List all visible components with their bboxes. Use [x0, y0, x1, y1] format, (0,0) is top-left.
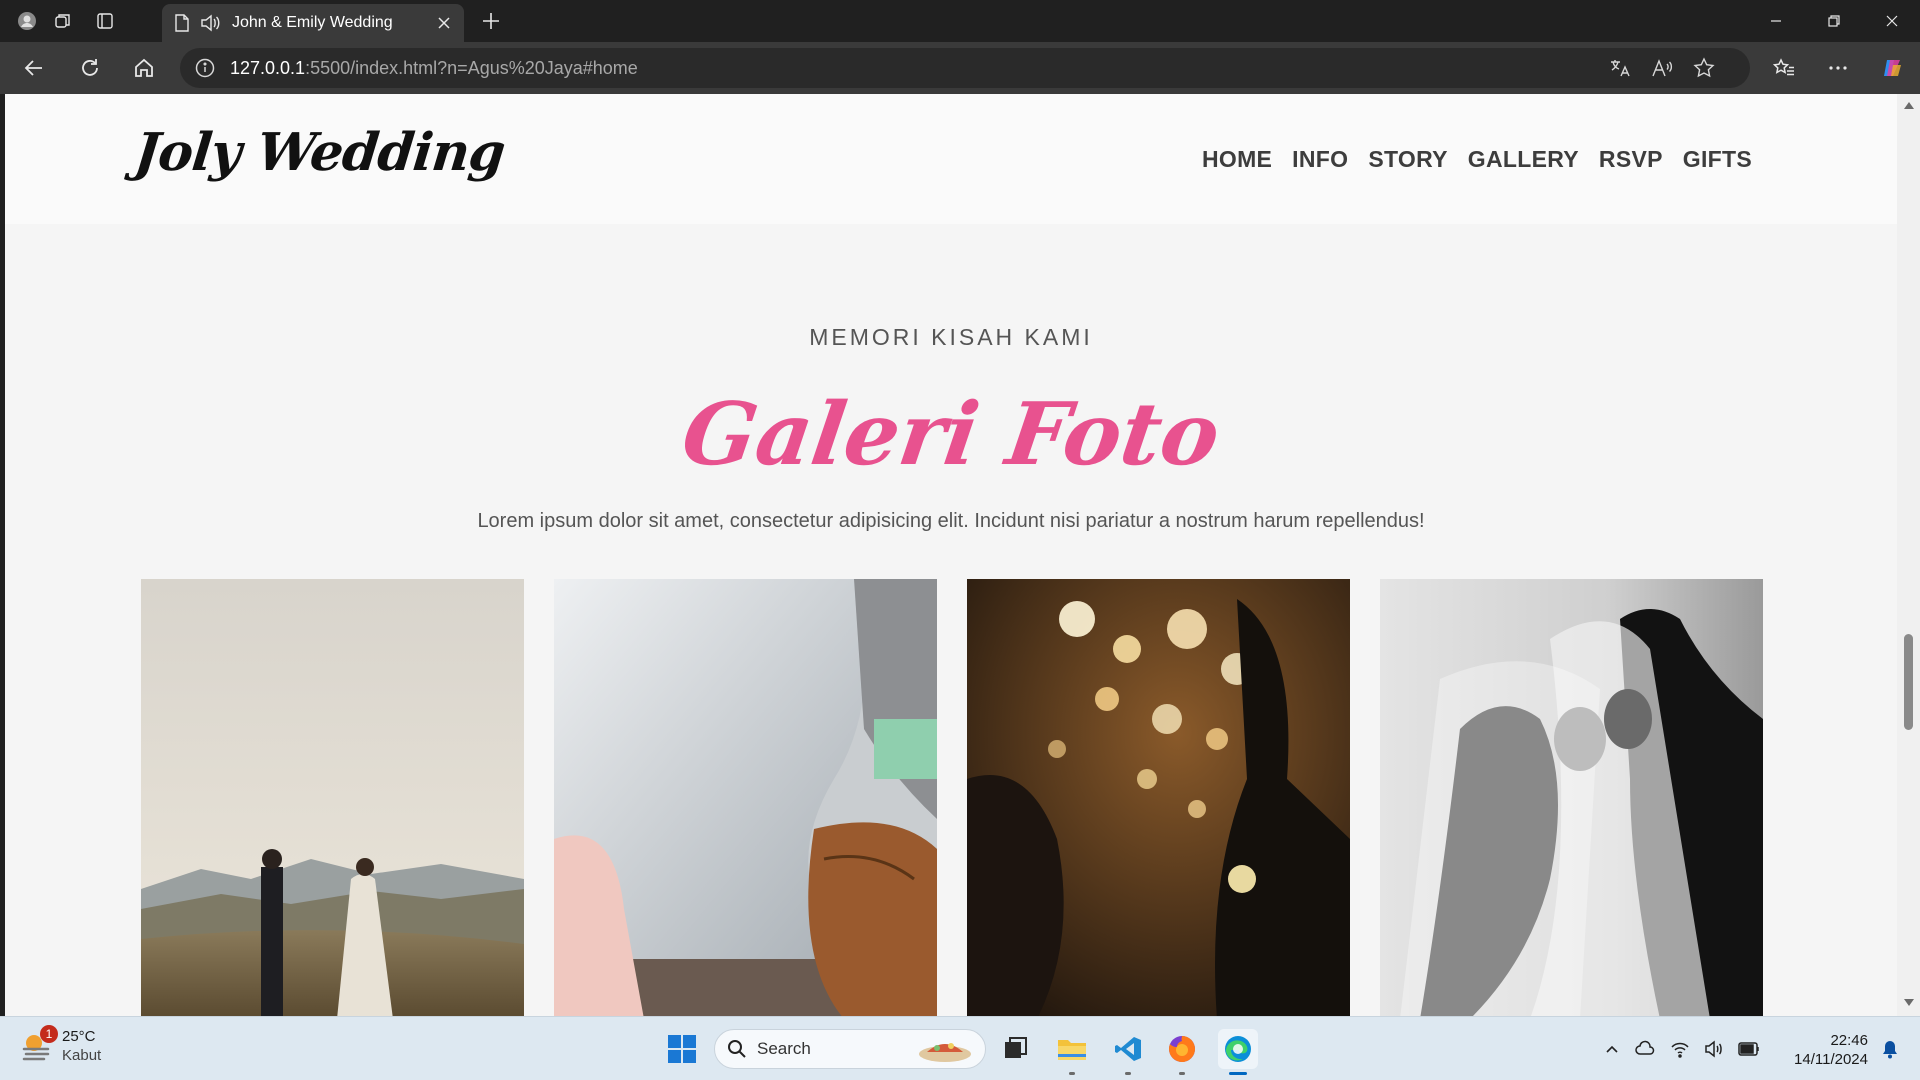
scrollbar-thumb[interactable] — [1904, 634, 1913, 730]
read-aloud-icon[interactable] — [1644, 48, 1680, 88]
search-label: Search — [757, 1039, 811, 1058]
close-window-button[interactable] — [1864, 0, 1920, 42]
new-tab-button[interactable] — [474, 6, 508, 36]
weather-text: 25°C Kabut — [62, 1027, 101, 1065]
page-viewport: Joly Wedding HOME INFO STORY GALLERY RSV… — [5, 94, 1897, 1016]
section-eyebrow: MEMORI KISAH KAMI — [809, 324, 1093, 350]
gallery-section: MEMORI KISAH KAMI Galeri Foto Lorem ipsu… — [5, 224, 1897, 1016]
nav-home[interactable]: HOME — [1202, 146, 1272, 173]
gallery-photo-sparklers[interactable] — [967, 579, 1350, 1016]
volume-icon[interactable] — [1704, 1040, 1724, 1058]
copilot-icon[interactable] — [1874, 52, 1910, 84]
weather-badge: 1 — [40, 1025, 58, 1043]
address-bar[interactable]: 127.0.0.1:5500/index.html?n=Agus%20Jaya#… — [180, 48, 1750, 88]
nav-story[interactable]: STORY — [1368, 146, 1447, 173]
vertical-tabs-icon[interactable] — [88, 6, 122, 36]
scroll-up-arrow-icon[interactable] — [1903, 100, 1915, 112]
taskbar-search-box[interactable]: Search — [714, 1029, 986, 1069]
url-host: 127.0.0.1 — [230, 57, 306, 78]
minimize-button[interactable] — [1748, 0, 1804, 42]
running-indicator — [1125, 1072, 1131, 1075]
more-menu-icon[interactable] — [1820, 52, 1856, 84]
restore-button[interactable] — [1806, 0, 1862, 42]
windows-taskbar: 1 25°C Kabut Search 22:46 14/11/2024 — [0, 1016, 1920, 1080]
weather-temp: 25°C — [62, 1028, 96, 1045]
gallery-photo-bw-kiss[interactable] — [1380, 579, 1763, 1016]
site-brand-logo[interactable]: Joly Wedding — [132, 122, 508, 183]
running-indicator — [1179, 1072, 1185, 1075]
workspaces-icon[interactable] — [46, 6, 80, 36]
page-scrollbar[interactable] — [1897, 94, 1920, 1016]
wifi-icon[interactable] — [1670, 1040, 1690, 1058]
close-tab-icon[interactable] — [434, 13, 454, 33]
weather-condition: Kabut — [62, 1047, 102, 1064]
edge-icon[interactable] — [1218, 1029, 1258, 1075]
chevron-up-icon[interactable] — [1604, 1041, 1620, 1057]
active-indicator — [1229, 1072, 1247, 1075]
tab-active[interactable]: John & Emily Wedding — [162, 4, 464, 42]
search-highlight-icon — [919, 1043, 971, 1062]
profile-icon[interactable] — [10, 6, 44, 36]
section-title: Galeri Foto — [676, 384, 1226, 485]
notification-bell-icon[interactable] — [1870, 1029, 1910, 1069]
page-icon — [172, 13, 192, 33]
task-view-icon[interactable] — [996, 1029, 1036, 1069]
favorite-star-icon[interactable] — [1686, 48, 1722, 88]
back-button[interactable] — [16, 52, 52, 84]
browser-toolbar: 127.0.0.1:5500/index.html?n=Agus%20Jaya#… — [0, 42, 1920, 94]
section-description: Lorem ipsum dolor sit amet, consectetur … — [477, 510, 1425, 532]
site-info-icon[interactable] — [194, 57, 216, 79]
favorites-icon[interactable] — [1766, 52, 1802, 84]
refresh-button[interactable] — [72, 52, 108, 84]
start-button[interactable] — [662, 1029, 702, 1069]
firefox-icon[interactable] — [1162, 1029, 1202, 1075]
weather-widget[interactable]: 1 25°C Kabut — [20, 1025, 101, 1065]
clock-date: 14/11/2024 — [1794, 1051, 1868, 1068]
search-icon — [728, 1040, 746, 1058]
system-tray — [1604, 1029, 1760, 1069]
network-cloud-icon[interactable] — [1634, 1039, 1656, 1059]
home-button[interactable] — [126, 52, 162, 84]
vscode-icon[interactable] — [1108, 1029, 1148, 1075]
tab-title: John & Emily Wedding — [232, 14, 393, 31]
audio-playing-icon[interactable] — [200, 13, 220, 33]
weather-fog-icon: 1 — [20, 1025, 58, 1063]
url-path: :5500/index.html?n=Agus%20Jaya#home — [305, 57, 638, 78]
clock-time: 22:46 — [1830, 1032, 1868, 1049]
system-clock[interactable]: 22:46 14/11/2024 — [1780, 1031, 1868, 1069]
nav-info[interactable]: INFO — [1292, 146, 1348, 173]
scroll-down-arrow-icon[interactable] — [1903, 996, 1915, 1008]
file-explorer-icon[interactable] — [1052, 1029, 1092, 1075]
nav-gifts[interactable]: GIFTS — [1683, 146, 1752, 173]
browser-tab-bar: John & Emily Wedding — [0, 0, 1920, 42]
gallery-photo-couple-field[interactable] — [141, 579, 524, 1016]
nav-gallery[interactable]: GALLERY — [1468, 146, 1579, 173]
running-indicator — [1069, 1072, 1075, 1075]
main-nav: HOME INFO STORY GALLERY RSVP GIFTS — [1202, 146, 1752, 173]
gallery-photo-shoes-veil[interactable] — [554, 579, 937, 1016]
nav-rsvp[interactable]: RSVP — [1599, 146, 1663, 173]
battery-icon[interactable] — [1738, 1042, 1760, 1056]
translate-icon[interactable] — [1602, 48, 1638, 88]
site-header: Joly Wedding HOME INFO STORY GALLERY RSV… — [5, 94, 1897, 224]
